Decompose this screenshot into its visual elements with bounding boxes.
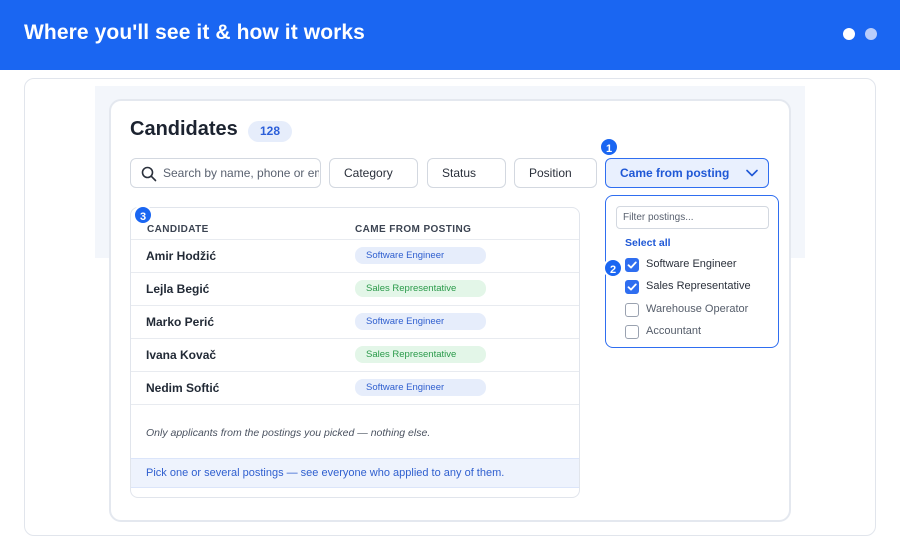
posting-option-accountant[interactable]: Accountant (625, 324, 775, 340)
option-label: Sales Representative (646, 280, 751, 292)
candidate-name[interactable]: Nedim Softić (146, 381, 219, 395)
chevron-down-icon (746, 169, 758, 177)
candidate-name[interactable]: Marko Perić (146, 315, 214, 329)
candidate-count-badge: 128 (248, 121, 292, 142)
header-title: Where you'll see it & how it works (24, 21, 365, 44)
search-input[interactable] (163, 159, 319, 187)
step-marker-2: 2 (603, 258, 623, 278)
checkbox-checked[interactable] (625, 258, 639, 272)
step-marker-1: 1 (599, 137, 619, 157)
check-icon (627, 283, 637, 291)
option-label: Warehouse Operator (646, 303, 749, 315)
page-title: Candidates (130, 118, 238, 140)
posting-tag: Software Engineer (355, 313, 486, 330)
row-divider (131, 404, 579, 405)
posting-tag: Sales Representative (355, 280, 486, 297)
filter-postings-input[interactable] (616, 206, 769, 229)
option-label: Software Engineer (646, 258, 737, 270)
status-filter[interactable]: Status (427, 158, 506, 188)
posting-option-sales-representative[interactable]: Sales Representative (625, 279, 775, 295)
filter-note: Only applicants from the postings you pi… (146, 427, 431, 439)
column-header-came-from-posting[interactable]: CAME FROM POSTING (355, 224, 471, 235)
candidate-name[interactable]: Lejla Begić (146, 282, 209, 296)
search-icon (141, 166, 157, 182)
checkbox-unchecked[interactable] (625, 303, 639, 317)
header-banner: Where you'll see it & how it works (0, 0, 900, 70)
pager-dot[interactable] (865, 28, 877, 40)
column-header-candidate[interactable]: CANDIDATE (147, 224, 209, 235)
info-banner: Pick one or several postings — see every… (131, 458, 579, 488)
postings-dropdown: Select all Software Engineer Sales Repre… (605, 195, 779, 348)
pager-dot-active[interactable] (843, 28, 855, 40)
check-icon (627, 261, 637, 269)
option-label: Accountant (646, 325, 702, 337)
came-from-posting-filter[interactable]: Came from posting (605, 158, 769, 188)
posting-option-software-engineer[interactable]: Software Engineer (625, 257, 775, 273)
came-from-posting-label: Came from posting (620, 166, 730, 180)
posting-tag: Software Engineer (355, 379, 486, 396)
checkbox-unchecked[interactable] (625, 325, 639, 339)
posting-tag: Software Engineer (355, 247, 486, 264)
position-filter[interactable]: Position (514, 158, 597, 188)
table-row[interactable]: Amir Hodžić Software Engineer (131, 239, 579, 272)
candidate-name[interactable]: Amir Hodžić (146, 249, 216, 263)
checkbox-checked[interactable] (625, 280, 639, 294)
search-box[interactable] (130, 158, 321, 188)
select-all-link[interactable]: Select all (625, 237, 671, 249)
posting-option-warehouse-operator[interactable]: Warehouse Operator (625, 302, 775, 318)
category-filter[interactable]: Category (329, 158, 418, 188)
table-row[interactable]: Nedim Softić Software Engineer (131, 371, 579, 404)
table-row[interactable]: Ivana Kovač Sales Representative (131, 338, 579, 371)
posting-tag: Sales Representative (355, 346, 486, 363)
table-row[interactable]: Lejla Begić Sales Representative (131, 272, 579, 305)
step-marker-3: 3 (133, 205, 153, 225)
candidates-table: CANDIDATE CAME FROM POSTING Amir Hodžić … (130, 207, 580, 498)
table-row[interactable]: Marko Perić Software Engineer (131, 305, 579, 338)
candidate-name[interactable]: Ivana Kovač (146, 348, 216, 362)
